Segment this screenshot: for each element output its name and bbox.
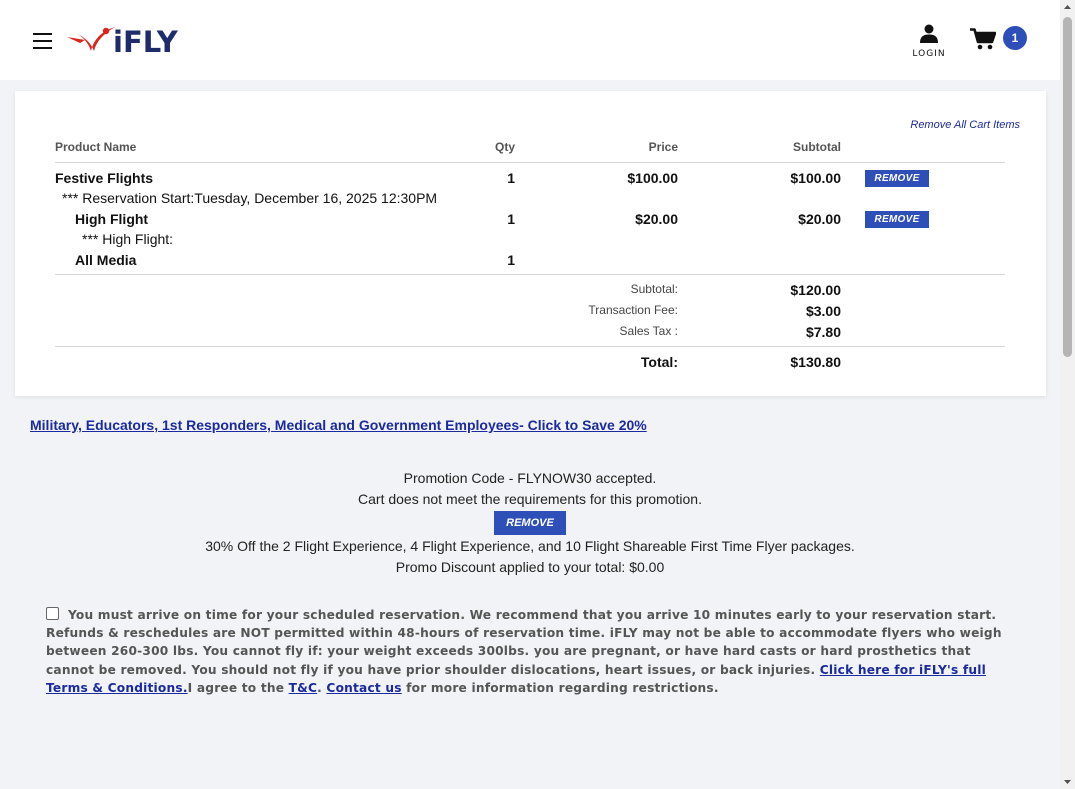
transaction-fee-label: Transaction Fee: xyxy=(588,303,678,317)
sales-tax-value: $7.80 xyxy=(805,324,841,340)
scroll-down-arrow-icon[interactable] xyxy=(1060,774,1075,789)
promo-discount-applied-text: Promo Discount applied to your total: $0… xyxy=(395,559,665,575)
login-label: LOGIN xyxy=(912,49,946,59)
header-divider xyxy=(55,162,1005,163)
items-divider xyxy=(55,274,1005,275)
page: iFLY LOGIN 1 Remove All Cart Items Produ… xyxy=(0,0,1060,789)
ifly-logo[interactable]: iFLY xyxy=(65,24,205,56)
remove-festive-flights-button[interactable]: REMOVE xyxy=(865,170,929,187)
totals-divider xyxy=(55,346,1005,347)
subtotal-label: Subtotal: xyxy=(630,282,678,296)
scrollbar-thumb[interactable] xyxy=(1063,17,1072,357)
cart-count-badge[interactable]: 1 xyxy=(1003,26,1027,50)
page-scrollbar[interactable] xyxy=(1060,0,1075,789)
item-name-all-media: All Media xyxy=(75,252,137,268)
terms-tail: for more information regarding restricti… xyxy=(401,680,719,695)
menu-icon[interactable] xyxy=(33,33,52,49)
promo-accepted-text: Promotion Code - FLYNOW30 accepted. xyxy=(403,470,657,486)
column-header-price: Price xyxy=(648,140,678,154)
column-header-qty: Qty xyxy=(494,140,515,154)
item-price: $100.00 xyxy=(627,170,678,186)
sales-tax-label: Sales Tax : xyxy=(619,324,678,338)
item-detail-high-flight: *** High Flight: xyxy=(82,231,174,247)
military-discount-link[interactable]: Military, Educators, 1st Responders, Med… xyxy=(30,417,647,433)
transaction-fee-value: $3.00 xyxy=(805,303,841,319)
item-subtotal: $20.00 xyxy=(798,211,841,227)
subtotal-value: $120.00 xyxy=(790,282,841,298)
column-header-subtotal: Subtotal xyxy=(793,140,841,154)
item-price: $20.00 xyxy=(635,211,678,227)
remove-promo-button[interactable]: REMOVE xyxy=(494,511,566,535)
item-qty: 1 xyxy=(507,252,515,268)
contact-us-link[interactable]: Contact us xyxy=(326,681,401,695)
terms-agreement: You must arrive on time for your schedul… xyxy=(46,606,1012,697)
item-detail-reservation: *** Reservation Start:Tuesday, December … xyxy=(62,190,438,206)
scroll-up-arrow-icon[interactable] xyxy=(1060,0,1075,15)
agree-text: I agree to the xyxy=(187,680,289,695)
promo-requirements-text: Cart does not meet the requirements for … xyxy=(358,491,702,507)
item-name-festive-flights: Festive Flights xyxy=(55,170,154,186)
cart-icon[interactable] xyxy=(970,28,996,50)
remove-all-cart-items-link[interactable]: Remove All Cart Items xyxy=(910,119,1020,131)
logo-wordmark: iFLY xyxy=(113,25,179,56)
site-header: iFLY LOGIN 1 xyxy=(0,0,1060,80)
item-name-high-flight: High Flight xyxy=(75,211,149,227)
tc-link[interactable]: T&C xyxy=(289,681,318,695)
remove-high-flight-button[interactable]: REMOVE xyxy=(865,211,929,228)
item-subtotal: $100.00 xyxy=(790,170,841,186)
item-qty: 1 xyxy=(507,170,515,186)
total-value: $130.80 xyxy=(790,354,841,370)
cart-table-card: Remove All Cart Items Product Name Qty P… xyxy=(15,91,1046,396)
terms-checkbox[interactable] xyxy=(46,607,59,620)
total-label: Total: xyxy=(640,354,678,370)
item-qty: 1 xyxy=(507,211,515,227)
column-header-product: Product Name xyxy=(55,140,137,154)
promo-description-text: 30% Off the 2 Flight Experience, 4 Fligh… xyxy=(205,538,855,554)
login-button[interactable]: LOGIN xyxy=(908,24,950,59)
user-icon xyxy=(920,24,938,43)
